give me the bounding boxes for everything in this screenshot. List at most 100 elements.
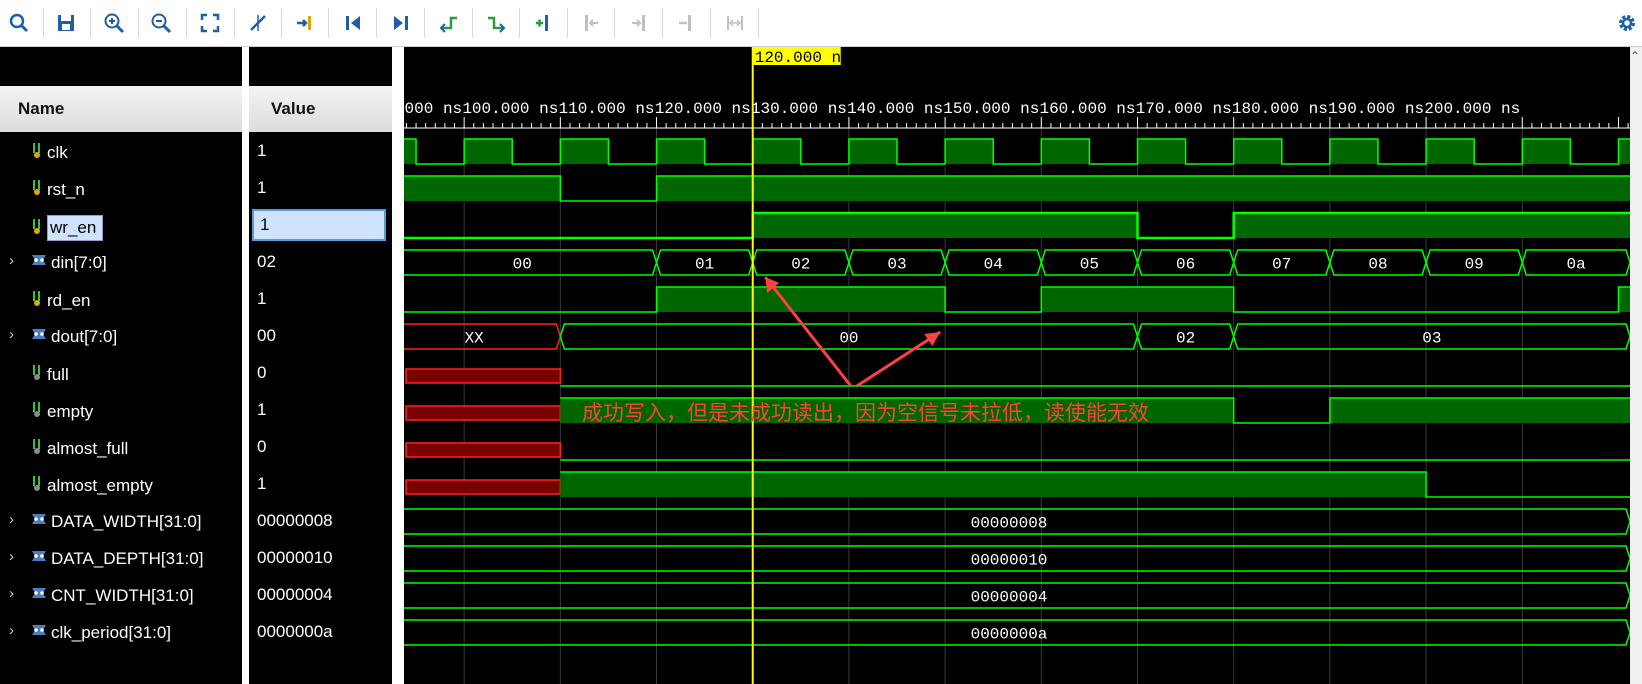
signal-value: 00000008 — [257, 511, 333, 530]
wave-trace — [404, 286, 1630, 313]
settings-gear-button[interactable] — [1612, 8, 1642, 38]
go-to-cursor-button[interactable] — [290, 8, 320, 38]
wave-clk — [404, 138, 1630, 165]
save-button[interactable] — [51, 8, 81, 38]
signal-name[interactable]: almost_empty — [30, 474, 153, 497]
signal-value: 0 — [257, 437, 267, 456]
wave-rst_n — [404, 175, 1630, 202]
signal-name-label: rd_en — [47, 290, 91, 310]
previous-marker-button[interactable] — [576, 8, 606, 38]
signal-row-cnt-width[interactable]: › CNT_WIDTH[31:0] 00000004 — [0, 577, 400, 614]
high-level-fill — [656, 176, 1630, 201]
wave-DATA_WIDTH[31:0]: 00000008 — [404, 508, 1630, 535]
scroll-up-icon[interactable]: ⌃ — [1630, 49, 1640, 63]
toolbar-separator — [186, 8, 187, 38]
expand-chevron-icon[interactable]: › — [9, 548, 14, 565]
signal-name[interactable]: clk_period[31:0] — [30, 622, 171, 643]
expand-chevron-icon[interactable]: › — [9, 585, 14, 602]
value-column-label: Value — [271, 99, 316, 118]
bus-value-label: 05 — [1080, 256, 1099, 274]
swap-cursors-button[interactable] — [672, 8, 702, 38]
signal-row-almost-empty[interactable]: almost_empty 1 — [0, 466, 400, 503]
signal-row-clk-period[interactable]: › clk_period[31:0] 0000000a — [0, 614, 400, 651]
expand-chevron-icon[interactable]: › — [9, 326, 14, 343]
high-level-fill — [1426, 139, 1475, 164]
bus-value-label: 00000008 — [971, 515, 1048, 533]
wave-DATA_DEPTH[31:0]: 00000010 — [404, 545, 1630, 572]
bus-signal-icon — [30, 548, 48, 569]
bit-signal-icon — [30, 141, 44, 164]
zoom-in-button[interactable] — [99, 8, 129, 38]
signal-name[interactable]: full — [30, 363, 69, 386]
signal-row-full[interactable]: full 0 — [0, 355, 400, 392]
signal-value: 1 — [257, 474, 267, 493]
expand-chevron-icon[interactable]: › — [9, 622, 14, 639]
toolbar-separator — [662, 8, 663, 38]
wave-almost_empty — [405, 471, 1630, 498]
zoom-out-button[interactable] — [146, 8, 176, 38]
signal-row-rst-n[interactable]: rst_n 1 — [0, 170, 400, 207]
x-state-region — [405, 442, 562, 458]
signal-name[interactable]: empty — [30, 400, 93, 423]
toolbar-separator — [376, 8, 377, 38]
next-marker-button[interactable] — [624, 8, 654, 38]
cursor-button[interactable] — [243, 8, 273, 38]
go-to-end-button[interactable] — [386, 8, 416, 38]
signal-name-label: DATA_DEPTH[31:0] — [51, 548, 204, 568]
name-column-header[interactable]: Name — [0, 86, 242, 132]
x-state-region — [405, 368, 562, 384]
signal-name[interactable]: DATA_DEPTH[31:0] — [30, 548, 203, 569]
signal-value: 0 — [257, 363, 267, 382]
previous-transition-icon — [439, 16, 457, 33]
annotation-text: 成功写入，但是未成功读出，因为空信号未拉低，读使能无效 — [582, 402, 1149, 427]
time-tick-label: 170.000 ns — [1136, 100, 1232, 118]
bit-signal-icon — [30, 400, 44, 423]
high-level-fill — [945, 139, 994, 164]
time-tick-label: 120.000 ns — [655, 100, 751, 118]
signal-name[interactable]: CNT_WIDTH[31:0] — [30, 585, 194, 606]
bus-value-label: 08 — [1368, 256, 1387, 274]
fit-range-button[interactable] — [720, 8, 750, 38]
search-button[interactable] — [4, 8, 34, 38]
pane-splitter[interactable] — [392, 47, 404, 684]
save-icon — [58, 15, 74, 31]
time-tick-label: 110.000 ns — [559, 100, 655, 118]
signal-row-clk[interactable]: clk 1 — [0, 133, 400, 170]
expand-chevron-icon[interactable]: › — [9, 252, 14, 269]
column-divider[interactable] — [242, 47, 249, 684]
value-column-header[interactable]: Value — [249, 86, 392, 132]
go-to-start-button[interactable] — [338, 8, 368, 38]
signal-row-din[interactable]: › din[7:0] 02 — [0, 244, 400, 281]
bus-signal-icon — [30, 326, 48, 347]
add-marker-button[interactable] — [529, 8, 559, 38]
waveform-canvas[interactable]: 90.000 ns100.000 ns110.000 ns120.000 ns1… — [404, 47, 1630, 684]
time-tick-label: 180.000 ns — [1232, 100, 1328, 118]
signal-name[interactable]: rd_en — [30, 289, 90, 312]
signal-value: 00000004 — [257, 585, 333, 604]
signal-row-rd-en[interactable]: rd_en 1 — [0, 281, 400, 318]
signal-name[interactable]: clk — [30, 141, 68, 164]
next-transition-button[interactable] — [481, 8, 511, 38]
waveform-pane[interactable]: 90.000 ns100.000 ns110.000 ns120.000 ns1… — [404, 47, 1630, 684]
signal-row-data-depth[interactable]: › DATA_DEPTH[31:0] 00000010 — [0, 540, 400, 577]
signal-row-empty[interactable]: empty 1 — [0, 392, 400, 429]
signal-name-label: wr_en — [47, 215, 104, 241]
zoom-fit-button[interactable] — [195, 8, 225, 38]
signal-name-label: clk — [47, 142, 68, 162]
signal-name[interactable]: wr_en — [30, 215, 104, 241]
time-tick-label: 90.000 ns — [404, 100, 462, 118]
signal-name[interactable]: almost_full — [30, 437, 128, 460]
signal-row-data-width[interactable]: › DATA_WIDTH[31:0] 00000008 — [0, 503, 400, 540]
signal-value: 1 — [257, 400, 267, 419]
signal-name[interactable]: din[7:0] — [30, 252, 107, 273]
signal-name[interactable]: dout[7:0] — [30, 326, 117, 347]
signal-name[interactable]: DATA_WIDTH[31:0] — [30, 511, 202, 532]
signal-row-dout[interactable]: › dout[7:0] 00 — [0, 318, 400, 355]
signal-row-wr-en[interactable]: wr_en 1 — [0, 207, 400, 244]
next-marker-icon — [632, 15, 645, 31]
previous-transition-button[interactable] — [434, 8, 464, 38]
vertical-scrollbar[interactable]: ⌃ — [1630, 47, 1642, 684]
signal-row-almost-full[interactable]: almost_full 0 — [0, 429, 400, 466]
expand-chevron-icon[interactable]: › — [9, 511, 14, 528]
signal-name[interactable]: rst_n — [30, 178, 85, 201]
